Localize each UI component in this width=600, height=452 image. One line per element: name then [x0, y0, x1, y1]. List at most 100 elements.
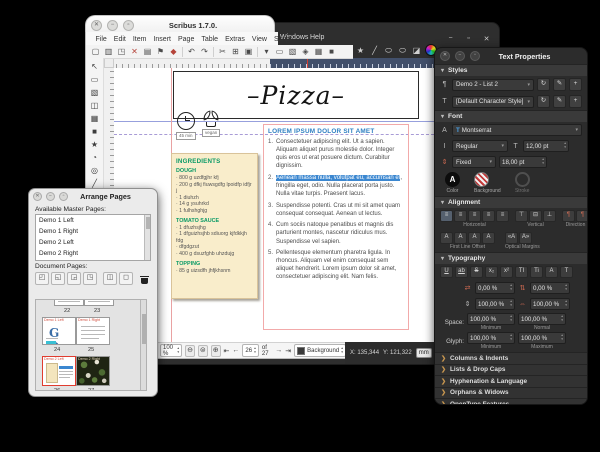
- image-frame-tool-icon[interactable]: ▧: [89, 87, 101, 98]
- text-frame-tool-icon[interactable]: ▭: [89, 74, 101, 85]
- edit-style-icon[interactable]: ✎: [553, 95, 566, 108]
- glyph-min-spinbox[interactable]: 100,00 % ▴▾: [467, 332, 515, 344]
- space-min-spinbox[interactable]: 100,00 % ▴▾: [467, 313, 515, 325]
- scrollbar[interactable]: [144, 215, 150, 260]
- page-thumbnail-22[interactable]: [54, 299, 84, 306]
- page-move-icon[interactable]: ◳: [83, 272, 97, 285]
- last-page-icon[interactable]: ⇥: [285, 347, 291, 355]
- page-import-icon[interactable]: ◱: [51, 272, 65, 285]
- pdf-field-icon[interactable]: ⬭: [397, 45, 408, 56]
- font-style-select[interactable]: Regular ▾: [452, 140, 508, 152]
- ruler-origin-box[interactable]: [104, 58, 114, 68]
- glyph-max-spinbox[interactable]: 100,00 % ▴▾: [518, 332, 566, 344]
- superscript-icon[interactable]: x²: [500, 266, 513, 278]
- print-icon[interactable]: ▤: [142, 46, 153, 57]
- body-text-frame[interactable]: LOREM IPSUM DOLOR SIT AMET 1. Consectetu…: [263, 124, 409, 330]
- reset-style-icon[interactable]: ↻: [537, 95, 550, 108]
- menu-help[interactable]: Help: [310, 34, 324, 41]
- float-icon[interactable]: ▫: [470, 51, 480, 61]
- scrollbar[interactable]: [140, 300, 146, 390]
- page-duplicate-icon[interactable]: ◲: [67, 272, 81, 285]
- cut-icon[interactable]: ✂: [217, 46, 228, 57]
- zoom-out-icon[interactable]: ⊖: [185, 345, 195, 357]
- next-page-icon[interactable]: →: [275, 347, 282, 354]
- ltr-direction-icon[interactable]: ¶: [562, 210, 575, 222]
- layer-select[interactable]: Background ▴▾: [294, 344, 346, 357]
- font-size-spinbox[interactable]: 12,00 pt ▴▾: [523, 140, 569, 152]
- section-orphans-widows[interactable]: ❯ Orphans & Widows: [435, 387, 587, 399]
- trash-icon[interactable]: [140, 274, 149, 284]
- strikethrough-icon[interactable]: S: [470, 266, 483, 278]
- page-thumbnail-27[interactable]: Demo 2 Right: [76, 356, 110, 386]
- insert-line-icon[interactable]: ╱: [369, 45, 380, 56]
- menu-item[interactable]: Item: [129, 36, 150, 43]
- page-thumbnail-23[interactable]: [84, 299, 114, 306]
- text-color-control[interactable]: A Color: [445, 172, 460, 194]
- zoom-spinbox[interactable]: 100 % ▴▾: [160, 344, 182, 357]
- paste-icon[interactable]: ▣: [243, 46, 254, 57]
- align-justify-icon[interactable]: ≡: [482, 210, 495, 222]
- menu-extras[interactable]: Extras: [222, 36, 249, 43]
- shadow-icon[interactable]: A: [545, 266, 558, 278]
- document-pages-area[interactable]: 22 23 Demo 1 Left G O Demo 1 Right 24 25…: [35, 299, 147, 391]
- insert-render-frame-icon[interactable]: ◈: [300, 46, 311, 57]
- shape-tool-icon[interactable]: ■: [89, 126, 101, 137]
- select-item-icon[interactable]: ▾: [261, 46, 272, 57]
- zoom-reset-icon[interactable]: ⊜: [198, 345, 208, 357]
- close-icon[interactable]: ✕: [482, 35, 491, 43]
- align-center-icon[interactable]: ≡: [454, 210, 467, 222]
- prev-page-icon[interactable]: ←: [232, 347, 239, 354]
- list-item[interactable]: Demo 1 Right: [36, 226, 150, 237]
- align-left-icon[interactable]: ≡: [440, 210, 453, 222]
- page-thumbnail-25[interactable]: Demo 1 Right: [76, 317, 110, 345]
- first-line-offset-icon[interactable]: A: [454, 232, 467, 244]
- valign-top-icon[interactable]: ⊤: [515, 210, 528, 222]
- valign-bottom-icon[interactable]: ⊥: [543, 210, 556, 222]
- insert-text-frame-icon[interactable]: ▭: [274, 46, 285, 57]
- underline-icon[interactable]: U: [440, 266, 453, 278]
- space-normal-spinbox[interactable]: 100,00 % ▴▾: [518, 313, 566, 325]
- page-spinbox[interactable]: 26 ▴▾: [242, 344, 259, 357]
- unit-button[interactable]: mm: [416, 348, 432, 358]
- page-thumbnail-26-selected[interactable]: Demo 2 Left: [42, 356, 76, 386]
- menu-page[interactable]: Page: [174, 36, 197, 43]
- character-style-select[interactable]: [Default Character Style] ▾: [452, 96, 534, 108]
- spread-left-icon[interactable]: ◫: [103, 272, 117, 285]
- close-icon[interactable]: ✕: [91, 20, 102, 31]
- optical-margins-left-icon[interactable]: «A: [505, 232, 518, 244]
- list-item[interactable]: Demo 1 Left: [36, 215, 150, 226]
- document-canvas[interactable]: –Pizza– 45 min vegan INGREDIENTS DOUGH 8…: [114, 68, 434, 342]
- list-item[interactable]: Demo 2 Left: [36, 237, 150, 248]
- menu-script[interactable]: Script: [270, 36, 295, 43]
- menu-table[interactable]: Table: [198, 36, 222, 43]
- first-line-offset-icon[interactable]: A: [440, 232, 453, 244]
- select-tool-icon[interactable]: ↖: [89, 61, 101, 72]
- minimize-icon[interactable]: −: [107, 20, 118, 31]
- preflight-verifier-icon[interactable]: ⚑: [155, 46, 166, 57]
- insert-table-icon[interactable]: ▦: [313, 46, 324, 57]
- menu-view[interactable]: View: [248, 36, 270, 43]
- reset-style-icon[interactable]: ↻: [537, 78, 550, 91]
- first-page-icon[interactable]: ⇤: [224, 347, 230, 355]
- new-document-icon[interactable]: ▢: [90, 46, 101, 57]
- minimize-icon[interactable]: −: [455, 51, 465, 61]
- line-spacing-mode-select[interactable]: Fixed ▾: [452, 156, 496, 168]
- valign-middle-icon[interactable]: ⊟: [529, 210, 542, 222]
- new-style-icon[interactable]: +: [569, 95, 582, 108]
- new-style-icon[interactable]: +: [569, 78, 582, 91]
- maximize-icon[interactable]: ▫: [464, 35, 473, 43]
- section-typography[interactable]: ▾ Typography: [435, 252, 587, 264]
- font-family-select[interactable]: T Montserrat ▾: [452, 124, 582, 136]
- tracking-spinbox[interactable]: 0,00 % ▴▾: [475, 282, 515, 294]
- first-line-offset-icon[interactable]: A: [468, 232, 481, 244]
- section-hyphenation[interactable]: ❯ Hyphenation & Language: [435, 375, 587, 387]
- section-alignment[interactable]: ▾ Alignment: [435, 196, 587, 208]
- section-font[interactable]: ▾ Font: [435, 110, 587, 122]
- polygon-tool-icon[interactable]: ★: [89, 139, 101, 150]
- small-caps-icon[interactable]: Ti: [530, 266, 543, 278]
- all-caps-icon[interactable]: TI: [515, 266, 528, 278]
- align-right-icon[interactable]: ≡: [468, 210, 481, 222]
- section-opentype-features[interactable]: ❯ OpenType Features: [435, 398, 587, 405]
- list-item[interactable]: Demo 2 Right: [36, 248, 150, 259]
- paragraph-style-select[interactable]: Demo 2 - List 2 ▾: [452, 79, 534, 91]
